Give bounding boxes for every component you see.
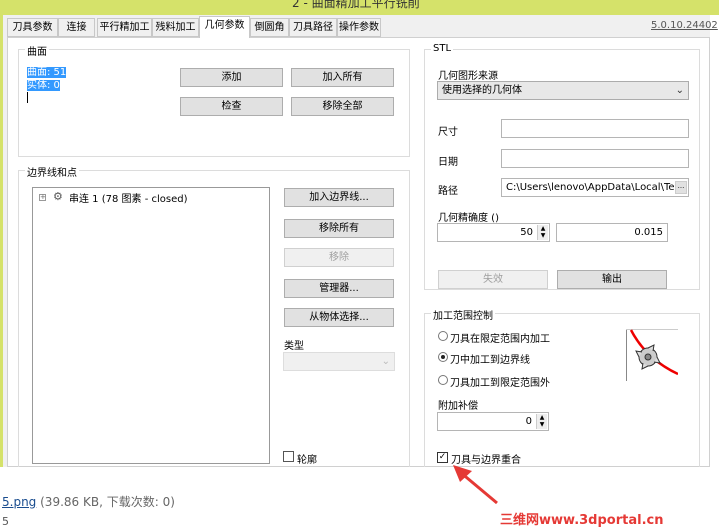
cutter-icon	[635, 344, 661, 370]
source-label: 几何图形来源	[438, 71, 498, 82]
radio-on-boundary-label: 刀中加工到边界线	[450, 355, 530, 366]
remove-all-button[interactable]: 移除所有	[284, 219, 394, 238]
boundary-group-title: 边界线和点	[25, 164, 79, 179]
add-button[interactable]: 添加	[180, 68, 283, 87]
radio-outside[interactable]	[438, 375, 448, 385]
spinner-arrows-icon[interactable]: ▲ ▼	[537, 225, 548, 240]
tab-linking[interactable]: 连接	[58, 18, 95, 37]
check-button[interactable]: 检查	[180, 97, 283, 116]
attachment-link[interactable]: 5.png	[2, 495, 36, 509]
coincide-checkbox[interactable]: ✓	[437, 452, 448, 463]
tab-tool-params[interactable]: 刀具参数	[7, 18, 58, 37]
surface-info-text[interactable]: 曲面: 51 实体: 0	[27, 66, 67, 103]
source-value: 使用选择的几何体	[442, 85, 522, 96]
precision-value: 50	[520, 227, 533, 238]
title-bar: 2 - 曲面精加工平行铣削	[0, 0, 719, 15]
offset-label: 附加补偿	[438, 401, 478, 412]
chevron-down-icon: ⌄	[675, 85, 684, 96]
radio-inside[interactable]	[438, 331, 448, 341]
select-from-object-button[interactable]: 从物体选择...	[284, 308, 394, 327]
type-label: 类型	[284, 341, 304, 352]
path-input[interactable]: C:\Users\lenovo\AppData\Local\Tem ...	[501, 178, 689, 197]
tab-rest-machining[interactable]: 残料加工	[152, 18, 199, 37]
path-value: C:\Users\lenovo\AppData\Local\Tem	[506, 182, 685, 193]
add-all-button[interactable]: 加入所有	[291, 68, 394, 87]
red-arrow-annotation	[453, 465, 498, 505]
browse-button[interactable]: ...	[675, 181, 687, 194]
precision-label: 几何精确度 ()	[438, 213, 499, 224]
source-select[interactable]: 使用选择的几何体 ⌄	[437, 81, 689, 100]
export-button[interactable]: 输出	[557, 270, 667, 289]
remove-button[interactable]: 移除	[284, 248, 394, 267]
tab-operation-params[interactable]: 操作参数	[337, 18, 381, 37]
radio-on-boundary[interactable]	[438, 352, 448, 362]
manager-button[interactable]: 管理器...	[284, 279, 394, 298]
add-boundary-button[interactable]: 加入边界线...	[284, 188, 394, 207]
spinner-arrows-icon[interactable]: ▲ ▼	[536, 414, 547, 429]
contour-checkbox[interactable]	[283, 451, 294, 462]
tab-fillet[interactable]: 倒圆角	[250, 18, 289, 37]
tab-parallel-finish[interactable]: 平行精加工	[97, 18, 152, 37]
attachment-info: (39.86 KB, 下载次数: 0)	[40, 495, 175, 509]
chevron-down-icon: ⌄	[381, 356, 390, 367]
tolerance-input[interactable]: 0.015	[556, 223, 668, 242]
disable-button[interactable]: 失效	[438, 270, 548, 289]
precision-spinner[interactable]: 50 ▲ ▼	[437, 223, 550, 242]
version-link[interactable]: 5.0.10.24402	[651, 20, 718, 31]
size-input[interactable]	[501, 119, 689, 138]
attachment-line: 5.png (39.86 KB, 下载次数: 0)	[2, 493, 175, 510]
offset-value: 0	[525, 416, 532, 427]
window-title: 2 - 曲面精加工平行铣削	[292, 0, 420, 10]
date-label: 日期	[438, 157, 458, 168]
tool-position-diagram	[626, 329, 678, 381]
radio-inside-label: 刀具在限定范围内加工	[450, 334, 550, 345]
size-label: 尺寸	[438, 127, 458, 138]
surface-group-title: 曲面	[25, 43, 49, 58]
type-select[interactable]: ⌄	[283, 352, 395, 371]
contour-label: 轮廓	[297, 455, 317, 466]
watermark: 三维网www.3dportal.cn	[500, 513, 664, 528]
radio-outside-label: 刀具加工到限定范围外	[450, 378, 550, 389]
range-group-title: 加工范围控制	[431, 307, 495, 322]
path-label: 路径	[438, 186, 458, 197]
offset-spinner[interactable]: 0 ▲ ▼	[437, 412, 549, 431]
surface-count: 曲面: 51	[27, 67, 67, 78]
date-input[interactable]	[501, 149, 689, 168]
chain-item[interactable]: 串连 1 (78 图素 - closed)	[69, 190, 188, 205]
tab-geometry-params[interactable]: 几何参数	[199, 16, 250, 38]
stl-group-title: STL	[431, 43, 454, 54]
boundary-list[interactable]: + ⚙ 串连 1 (78 图素 - closed)	[32, 187, 270, 464]
chain-icon: ⚙	[53, 190, 63, 203]
attachment-caption: 5	[2, 515, 9, 528]
tab-toolpath[interactable]: 刀具路径	[289, 18, 337, 37]
solid-count: 实体: 0	[27, 80, 60, 91]
remove-all-surfaces-button[interactable]: 移除全部	[291, 97, 394, 116]
expand-icon[interactable]: +	[39, 194, 46, 201]
